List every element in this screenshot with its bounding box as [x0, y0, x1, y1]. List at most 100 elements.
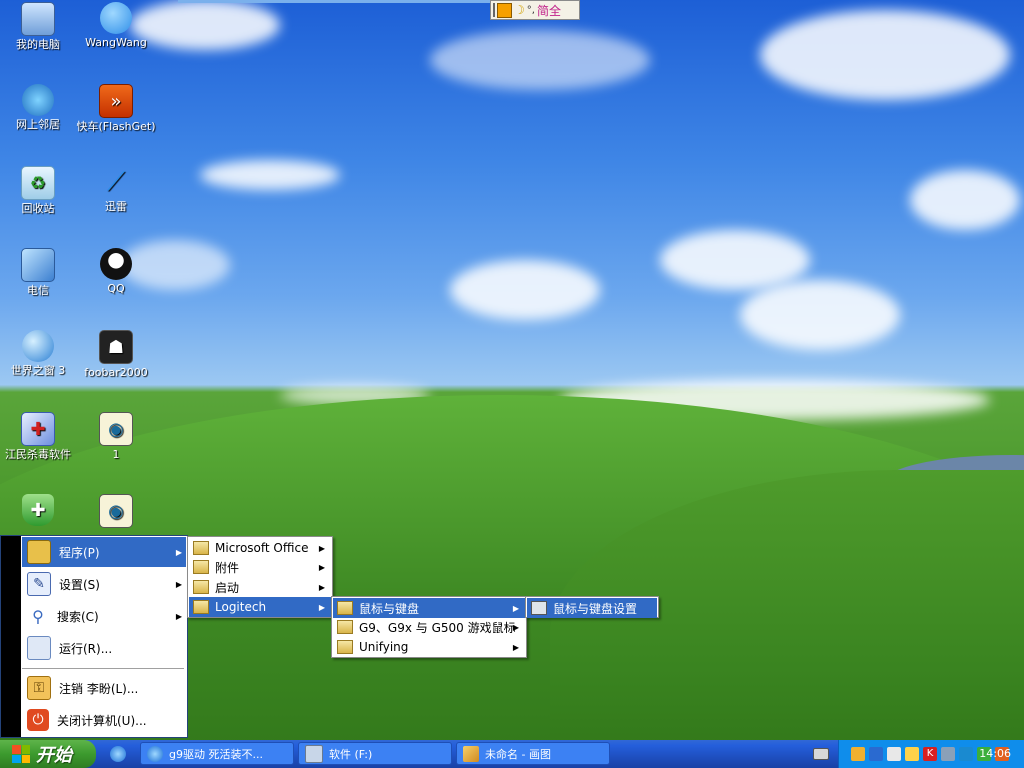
programs-item-logitech[interactable]: Logitech ▶ [189, 597, 331, 617]
start-menu-run[interactable]: 运行(R)... [22, 633, 186, 663]
mouse-settings-icon [531, 601, 547, 615]
start-menu-logoff[interactable]: ⚿ 注销 李盼(L)... [22, 673, 186, 703]
desktop-icon-label: 快车(FlashGet) [76, 120, 156, 133]
cloud [910, 170, 1020, 230]
moon-icon[interactable]: ☽ [514, 3, 525, 17]
desktop-icon-image-file[interactable]: ◉ 1 [76, 412, 156, 461]
taskbar-button-label: 软件 (F:) [329, 747, 373, 761]
taskbar: 开始 g9驱动 死活装不... 软件 (F:) 未命名 - 画图 K 14:06 [0, 740, 1024, 768]
logitech-item-g9-mouse[interactable]: G9、G9x 与 G500 游戏鼠标 ▶ [333, 617, 525, 637]
logoff-icon: ⚿ [27, 676, 51, 700]
desktop-icon-recycle-bin[interactable]: ♻ 回收站 [0, 166, 78, 215]
start-menu-item-label: 注销 李盼(L)... [59, 681, 139, 696]
submenu-arrow-icon: ▶ [318, 562, 325, 572]
desktop-icon-label: 回收站 [21, 202, 55, 215]
internet-explorer-icon [110, 745, 126, 762]
paint-icon [463, 745, 479, 762]
submenu-arrow-icon: ▶ [318, 602, 325, 612]
jiangmin-antivirus-icon: ✚ [21, 412, 55, 446]
desktop-icon-qq[interactable]: QQ [76, 248, 156, 295]
desktop-icon-image-file-2[interactable]: ◉ [76, 494, 156, 530]
xunlei-icon: ⟋ [106, 166, 126, 197]
start-menu-shutdown[interactable]: ⏻ 关闭计算机(U)... [22, 705, 186, 735]
ime-mode-label[interactable]: 简全 [537, 2, 561, 19]
submenu-item-label: G9、G9x 与 G500 游戏鼠标 [359, 620, 516, 635]
clock[interactable]: 14:06 [979, 747, 1011, 760]
programs-submenu: Microsoft Office ▶ 附件 ▶ 启动 ▶ Logitech ▶ [187, 536, 333, 618]
system-tray: K 14:06 [838, 740, 1024, 768]
programs-item-accessories[interactable]: 附件 ▶ [189, 557, 331, 577]
top-edge-bar [178, 0, 490, 3]
quick-launch-ie[interactable] [104, 742, 134, 765]
image-file-icon: ◉ [99, 412, 133, 446]
taskbar-button-ie-window[interactable]: g9驱动 死活装不... [140, 742, 294, 765]
qq-tray-icon[interactable] [851, 747, 865, 761]
submenu-arrow-icon: ▶ [512, 642, 519, 652]
cloud [660, 230, 810, 290]
submenu-arrow-icon: ▶ [318, 582, 325, 592]
folder-icon [337, 601, 353, 615]
programs-item-startup[interactable]: 启动 ▶ [189, 577, 331, 597]
desktop-icon-label: foobar2000 [84, 366, 148, 379]
desktop-icon-telecom[interactable]: 电信 [0, 248, 78, 297]
desktop-icon-network-places[interactable]: 网上邻居 [0, 84, 78, 131]
logitech-item-unifying[interactable]: Unifying ▶ [333, 637, 525, 657]
desktop-icon-my-computer[interactable]: 我的电脑 [0, 2, 78, 51]
run-icon [27, 636, 51, 660]
network-tray-icon[interactable] [869, 747, 883, 761]
desktop-icon-wangwang[interactable]: WangWang [76, 2, 156, 49]
start-menu-settings[interactable]: ✎ 设置(S) ▶ [22, 569, 186, 599]
antivirus-tray-icon[interactable]: K [923, 747, 937, 761]
telecom-icon [21, 248, 55, 282]
submenu-item-label: Logitech [215, 600, 267, 614]
warning-tray-icon[interactable] [905, 747, 919, 761]
logitech-item-mouse-keyboard[interactable]: 鼠标与键盘 ▶ [333, 598, 525, 618]
desktop-icon-flashget[interactable]: » 快车(FlashGet) [76, 84, 156, 133]
desktop-icon-label: 江民杀毒软件 [5, 448, 71, 461]
mouse-keyboard-settings-item[interactable]: 鼠标与键盘设置 [527, 598, 657, 618]
taskbar-button-paint[interactable]: 未命名 - 画图 [456, 742, 610, 765]
programs-icon [27, 540, 51, 564]
image-file-icon: ◉ [99, 494, 133, 528]
desktop-icon-jiangmin[interactable]: ✚ 江民杀毒软件 [0, 412, 78, 461]
mouse-keyboard-submenu: 鼠标与键盘设置 [525, 596, 659, 618]
folder-icon [193, 541, 209, 555]
keyboard-button[interactable] [810, 742, 832, 765]
desktop-icon-xunlei[interactable]: ⟋ 迅雷 [76, 166, 156, 214]
desktop-icon-foobar2000[interactable]: ☗ foobar2000 [76, 330, 156, 379]
desktop-icon-shield[interactable]: ✚ [0, 494, 78, 528]
submenu-item-label: 鼠标与键盘设置 [553, 601, 638, 616]
taskbar-button-explorer[interactable]: 软件 (F:) [298, 742, 452, 765]
desktop-icon-theworld[interactable]: 世界之窗 3 [0, 330, 78, 377]
start-menu-item-label: 程序(P) [59, 545, 100, 560]
cloud [430, 30, 650, 90]
start-menu-search[interactable]: ⚲ 搜索(C) ▶ [22, 601, 186, 631]
submenu-arrow-icon: ▶ [175, 611, 182, 621]
user-tray-icon[interactable] [887, 747, 901, 761]
keyboard-icon [813, 747, 829, 760]
settings-icon: ✎ [27, 572, 51, 596]
tray-icon[interactable] [941, 747, 955, 761]
start-button[interactable]: 开始 [0, 740, 96, 768]
start-menu-item-label: 关闭计算机(U)... [57, 713, 147, 728]
shield-icon: ✚ [22, 494, 54, 526]
start-menu-side-strip [1, 536, 21, 737]
programs-item-microsoft-office[interactable]: Microsoft Office ▶ [189, 538, 331, 558]
submenu-arrow-icon: ▶ [318, 543, 325, 553]
ime-toolbar[interactable]: ☽ °, 简全 [490, 0, 580, 20]
xunlei-tray-icon[interactable] [959, 747, 973, 761]
ime-toolbar-icon[interactable] [497, 2, 512, 18]
start-menu-programs[interactable]: 程序(P) ▶ [22, 537, 186, 567]
wangwang-icon [100, 2, 132, 34]
submenu-item-label: 鼠标与键盘 [359, 601, 420, 616]
desktop: ☽ °, 简全 我的电脑 WangWang 网上邻居 » 快车(FlashGet… [0, 0, 1024, 740]
foobar2000-icon: ☗ [99, 330, 133, 364]
folder-icon [337, 640, 353, 654]
submenu-item-label: Unifying [359, 640, 409, 654]
desktop-icon-label: 我的电脑 [16, 38, 60, 51]
desktop-icon-label: 迅雷 [105, 200, 127, 213]
folder-icon [193, 580, 209, 594]
cloud [450, 260, 600, 320]
shutdown-icon: ⏻ [27, 709, 49, 731]
punctuation-icon[interactable]: °, [527, 5, 535, 16]
